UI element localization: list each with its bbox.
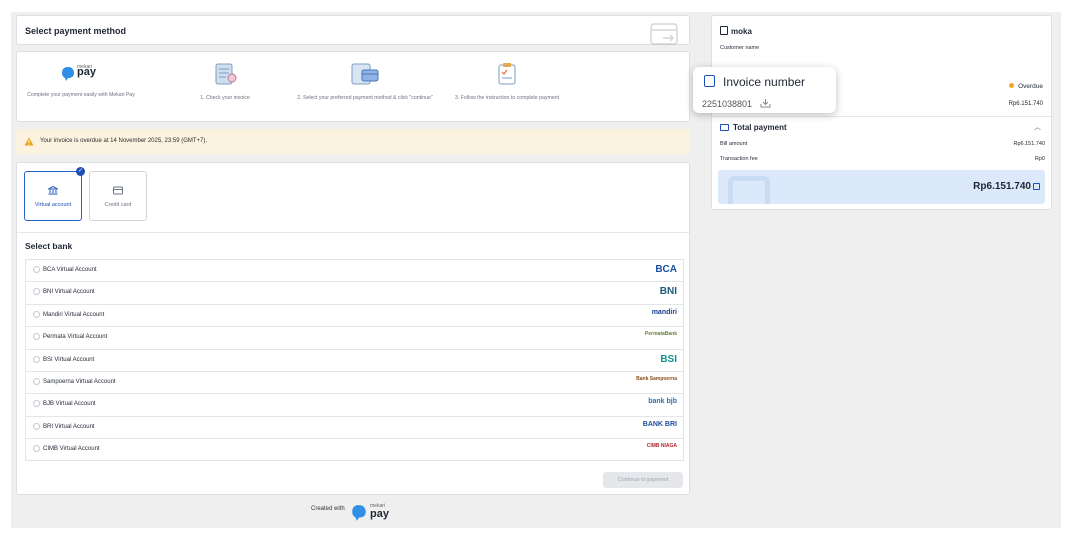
method-virtual-account[interactable]: ✓ Virtual account	[24, 167, 85, 221]
total-payment-toggle[interactable]: Total payment	[720, 123, 787, 132]
radio-button[interactable]	[33, 400, 40, 408]
payment-steps: mekari pay Complete your payment easily …	[16, 51, 690, 122]
radio-button[interactable]	[33, 355, 40, 363]
bank-name: BCA Virtual Account	[43, 267, 97, 273]
mekari-pay-mark-icon	[62, 67, 74, 81]
bill-amount-label: Bill amount	[720, 141, 748, 147]
step-label: 3. Follow the instruction to complete pa…	[454, 94, 560, 101]
customer-name-label: Customer name	[720, 45, 760, 51]
merchant-label: moka	[731, 27, 752, 36]
bank-option[interactable]: Sampoerna Virtual Account Bank Sampoerna	[25, 371, 684, 394]
created-with-label: Created with	[311, 506, 345, 512]
payment-method-illustration-icon	[351, 63, 379, 85]
download-icon[interactable]	[760, 98, 771, 108]
payment-method-panel: ✓ Virtual account Credit card Select ban…	[16, 162, 690, 495]
bank-option[interactable]: CIMB Virtual Account CIMB NIAGA	[25, 438, 684, 461]
bank-option[interactable]: BCA Virtual Account BCA	[25, 259, 684, 282]
bank-option[interactable]: Permata Virtual Account PermataBank	[25, 326, 684, 349]
bill-amount-value: Rp6.151.740	[1013, 141, 1046, 147]
bank-option[interactable]: BSI Virtual Account BSI	[25, 348, 684, 371]
status-text: Overdue	[1018, 83, 1043, 90]
page-title: Select payment method	[25, 26, 127, 36]
radio-button[interactable]	[33, 422, 40, 430]
bank-logo: CIMB NIAGA	[646, 443, 677, 450]
bank-name: BSI Virtual Account	[43, 356, 95, 363]
bank-name: Permata Virtual Account	[43, 334, 108, 341]
radio-button[interactable]	[33, 310, 40, 318]
instruction-illustration-icon	[498, 63, 516, 85]
bank-option[interactable]: BJB Virtual Account bank bjb	[25, 393, 684, 416]
mekari-pay-logo: mekari pay	[51, 62, 111, 86]
method-label: Credit card	[104, 202, 132, 208]
step-follow-instruction: 3. Follow the instruction to complete pa…	[437, 62, 577, 101]
bank-name: Mandiri Virtual Account	[43, 311, 105, 318]
bank-option[interactable]: BNI Virtual Account BNI	[25, 281, 684, 304]
bank-logo: BSI	[660, 353, 677, 365]
bank-logo: Bank Sampoerna	[636, 376, 677, 382]
invoice-illustration-icon	[215, 63, 237, 85]
radio-button[interactable]	[33, 266, 40, 273]
continue-button[interactable]: Continue to payment	[603, 472, 683, 488]
bank-option[interactable]: BRI Virtual Account BANK BRI	[25, 415, 684, 439]
invoice-amount: Rp6.151.740	[1008, 101, 1043, 107]
step-label: 1. Check your invoice	[200, 94, 250, 101]
merchant-name: moka	[720, 26, 752, 36]
warning-icon	[24, 137, 34, 146]
transaction-fee-row: Transaction fee Rp0	[720, 156, 1045, 162]
bank-logo: bank bjb	[648, 398, 677, 406]
invoice-icon	[704, 75, 715, 87]
wallet-icon	[720, 124, 729, 131]
bank-logo: BCA	[655, 264, 677, 275]
overdue-banner: Your invoice is overdue at 14 November 2…	[16, 129, 690, 155]
payment-method-header: Select payment method	[16, 15, 690, 45]
select-bank-heading: Select bank	[25, 241, 73, 251]
transaction-fee-label: Transaction fee	[720, 156, 758, 162]
credit-card-icon	[113, 186, 123, 195]
chevron-up-icon[interactable]: ︿	[1034, 122, 1041, 132]
bank-name: Sampoerna Virtual Account	[43, 379, 116, 385]
bank-name: BNI Virtual Account	[43, 289, 95, 296]
method-label: Virtual account	[34, 202, 72, 208]
radio-button[interactable]	[33, 288, 40, 296]
brand-big: pay	[370, 508, 389, 520]
status-badge: Overdue	[1009, 83, 1043, 90]
bill-amount-row: Bill amount Rp6.151.740	[720, 141, 1045, 147]
bank-logo: BANK BRI	[642, 420, 677, 428]
store-icon	[720, 26, 728, 35]
mekari-pay-mark-icon	[352, 505, 366, 521]
bank-logo: mandiri	[651, 308, 677, 316]
divider	[712, 116, 1051, 117]
invoice-number: 2251038801	[702, 99, 753, 109]
total-payment-label: Total payment	[733, 123, 787, 132]
copy-icon[interactable]	[1033, 183, 1040, 190]
step-check-invoice: 1. Check your invoice	[185, 62, 265, 101]
bank-logo: PermataBank	[645, 331, 677, 338]
radio-button[interactable]	[33, 378, 40, 385]
step-select-method: 2. Select your preferred payment method …	[295, 62, 435, 101]
transaction-fee-value: Rp0	[1034, 156, 1045, 162]
overdue-message: Your invoice is overdue at 14 November 2…	[40, 138, 208, 144]
bank-name: CIMB Virtual Account	[43, 446, 100, 453]
step-label: 2. Select your preferred payment method …	[297, 94, 433, 101]
bank-name: BRI Virtual Account	[43, 423, 95, 430]
wallet-watermark-icon	[728, 176, 770, 204]
step-label: Complete your payment easily with Mekari…	[27, 92, 135, 98]
bank-option[interactable]: Mandiri Virtual Account mandiri	[25, 303, 684, 327]
selected-check-icon: ✓	[76, 167, 85, 176]
step-intro: mekari pay Complete your payment easily …	[21, 62, 141, 99]
radio-button[interactable]	[33, 333, 40, 341]
bank-logo: BNI	[659, 286, 677, 298]
tooltip-title: Invoice number	[723, 75, 806, 89]
divider	[17, 232, 689, 233]
brand-big: pay	[77, 66, 96, 78]
invoice-number-tooltip: Invoice number 2251038801	[693, 67, 836, 113]
total-box: Rp6.151.740	[718, 170, 1045, 204]
card-transfer-icon	[650, 23, 678, 45]
radio-button[interactable]	[33, 445, 40, 453]
overdue-dot-icon	[1009, 83, 1015, 88]
bank-icon	[46, 185, 60, 195]
total-amount: Rp6.151.740	[973, 181, 1031, 192]
bank-name: BJB Virtual Account	[43, 401, 96, 408]
method-credit-card[interactable]: Credit card	[89, 171, 147, 221]
